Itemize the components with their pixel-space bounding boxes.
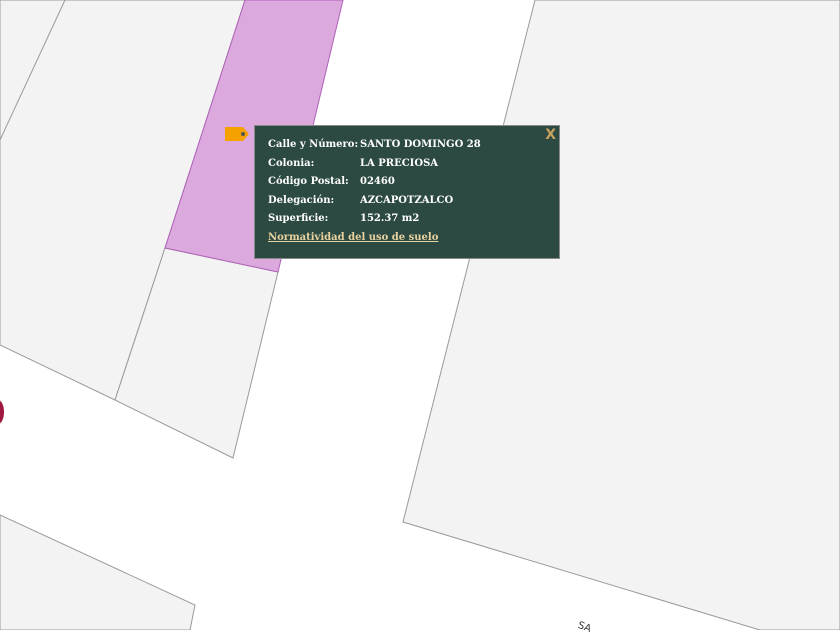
info-row-superficie: Superficie: 152.37 m2 xyxy=(268,213,481,232)
parcel[interactable] xyxy=(402,0,840,630)
row-value: 02460 xyxy=(360,176,395,187)
parcel[interactable] xyxy=(0,514,196,630)
row-label: Código Postal: xyxy=(268,176,349,187)
row-label: Superficie: xyxy=(268,213,329,224)
info-row-colonia: Colonia: LA PRECIOSA xyxy=(268,158,481,177)
row-label: Calle y Número: xyxy=(268,139,359,150)
info-row-delegacion: Delegación: AZCAPOTZALCO xyxy=(268,195,481,214)
row-value: AZCAPOTZALCO xyxy=(360,194,454,206)
close-button[interactable]: X xyxy=(545,127,556,143)
row-label: Delegación: xyxy=(268,194,335,206)
row-value: SANTO DOMINGO 28 xyxy=(360,139,481,150)
row-value: 152.37 m2 xyxy=(360,213,420,224)
row-value: LA PRECIOSA xyxy=(360,157,439,169)
land-use-regulations-link[interactable]: Normatividad del uso de suelo xyxy=(268,232,438,251)
map-canvas[interactable] xyxy=(0,0,840,630)
map-marker[interactable] xyxy=(0,400,4,424)
parcel-info-popup: X Calle y Número: SANTO DOMINGO 28 Coloni… xyxy=(254,125,560,259)
info-row-postal-code: Código Postal: 02460 xyxy=(268,176,481,195)
info-row-address: Calle y Número: SANTO DOMINGO 28 xyxy=(268,139,481,158)
row-label: Colonia: xyxy=(268,157,315,169)
